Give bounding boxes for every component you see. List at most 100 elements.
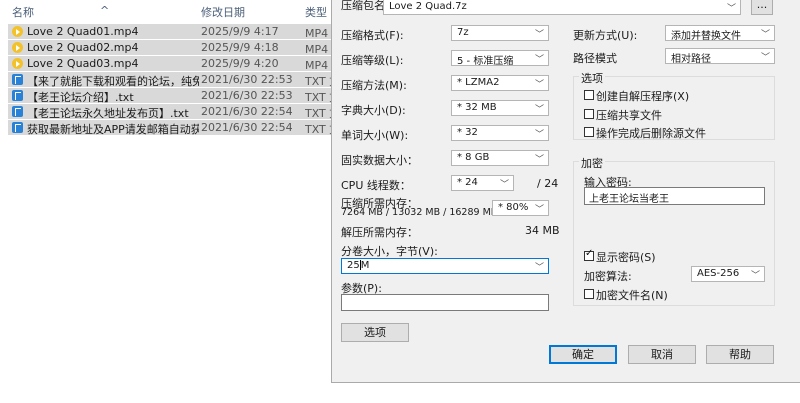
chevron-down-icon: ﹀: [534, 130, 544, 140]
encrypt-names-label[interactable]: 加密文件名(N): [596, 287, 668, 303]
file-row[interactable]: 【来了就能下载和观看的论坛，纯免费！... 2021/6/30 22:53 TX…: [8, 72, 340, 88]
file-name: 【老王论坛永久地址发布页】.txt: [27, 107, 189, 120]
options-group-title: 选项: [579, 70, 605, 86]
cancel-button[interactable]: 取消: [628, 345, 696, 364]
update-mode-label: 更新方式(U):: [573, 29, 638, 42]
text-file-icon: [12, 74, 23, 85]
file-name: Love 2 Quad01.mp4: [27, 25, 139, 38]
show-password-checkbox[interactable]: [584, 248, 594, 261]
video-file-icon: [12, 26, 23, 37]
file-date: 2021/6/30 22:53: [201, 73, 293, 86]
file-name: Love 2 Quad03.mp4: [27, 57, 139, 70]
file-row[interactable]: 获取最新地址及APP请发邮箱自动获取.txt 2021/6/30 22:54 T…: [8, 120, 340, 136]
shared-files-label[interactable]: 压缩共享文件: [596, 107, 662, 123]
cpu-threads-label: CPU 线程数：: [341, 179, 411, 192]
sfx-label[interactable]: 创建自解压程序(X): [596, 88, 689, 104]
show-password-label[interactable]: 显示密码(S): [596, 249, 656, 265]
encryption-method-select[interactable]: AES-256 ﹀: [691, 266, 765, 282]
chevron-down-icon: ﹀: [534, 30, 544, 40]
chevron-down-icon: ﹀: [534, 55, 544, 65]
file-date: 2025/9/9 4:20: [201, 57, 279, 70]
path-mode-label: 路径模式: [573, 52, 617, 65]
decompress-memory-value: 34 MB: [525, 224, 560, 237]
method-select[interactable]: * LZMA2 ﹀: [451, 75, 549, 91]
file-row[interactable]: 【老王论坛永久地址发布页】.txt 2021/6/30 22:54 TXT 文: [8, 104, 340, 120]
dictionary-label: 字典大小(D):: [341, 104, 406, 117]
solid-size-value: * 8 GB: [457, 152, 490, 163]
update-mode-value: 添加并替换文件: [671, 31, 741, 42]
chevron-down-icon: ﹀: [750, 271, 760, 281]
file-row[interactable]: Love 2 Quad01.mp4 2025/9/9 4:17 MP4 文: [8, 24, 340, 40]
cpu-threads-value: * 24: [457, 177, 478, 188]
file-date: 2025/9/9 4:17: [201, 25, 279, 38]
archive-name-value: Love 2 Quad.7z: [389, 1, 467, 12]
chevron-down-icon: ﹀: [534, 205, 544, 215]
level-value: 5 - 标准压缩: [457, 56, 514, 67]
format-select[interactable]: 7z ﹀: [451, 25, 549, 41]
path-mode-select[interactable]: 相对路径 ﹀: [665, 48, 775, 65]
help-button[interactable]: 帮助: [706, 345, 774, 364]
sfx-checkbox[interactable]: [584, 90, 594, 100]
encrypt-names-checkbox[interactable]: [584, 289, 594, 299]
file-name: 【来了就能下载和观看的论坛，纯免费！...: [27, 75, 199, 88]
cpu-threads-total: / 24: [537, 177, 559, 190]
browse-button[interactable]: ...: [751, 0, 773, 15]
file-name: 【老王论坛介绍】.txt: [27, 91, 134, 104]
split-volume-value: 25M: [347, 260, 370, 271]
add-to-archive-dialog: 压缩包名 Love 2 Quad.7z ﹀ ... 压缩格式(F): 7z ﹀ …: [331, 0, 800, 383]
file-date: 2021/6/30 22:54: [201, 121, 293, 134]
word-size-label: 单词大小(W):: [341, 129, 409, 142]
update-mode-select[interactable]: 添加并替换文件 ﹀: [665, 25, 775, 42]
file-date: 2021/6/30 22:54: [201, 105, 293, 118]
word-size-select[interactable]: * 32 ﹀: [451, 125, 549, 141]
dictionary-select[interactable]: * 32 MB ﹀: [451, 100, 549, 116]
chevron-down-icon: ﹀: [534, 80, 544, 90]
format-label: 压缩格式(F):: [341, 29, 404, 42]
chevron-down-icon: ﹀: [534, 155, 544, 165]
solid-size-select[interactable]: * 8 GB ﹀: [451, 150, 549, 166]
file-date: 2025/9/9 4:18: [201, 41, 279, 54]
column-name[interactable]: 名称: [12, 4, 34, 20]
split-volume-combo[interactable]: 25M ﹀: [341, 258, 549, 274]
method-value: * LZMA2: [457, 77, 500, 88]
archive-name-label: 压缩包名: [341, 0, 385, 12]
shared-files-checkbox[interactable]: [584, 109, 594, 119]
parameters-input[interactable]: [341, 294, 549, 311]
file-row[interactable]: Love 2 Quad02.mp4 2025/9/9 4:18 MP4 文: [8, 40, 340, 56]
chevron-down-icon: ﹀: [534, 105, 544, 115]
dictionary-value: * 32 MB: [457, 102, 497, 113]
memory-usage-value: * 80%: [498, 202, 529, 213]
memory-usage-select[interactable]: * 80% ﹀: [492, 200, 549, 216]
cpu-threads-select[interactable]: * 24 ﹀: [451, 175, 514, 191]
options-button[interactable]: 选项: [341, 323, 409, 342]
chevron-down-icon[interactable]: ﹀: [727, 1, 736, 14]
column-header: 名称 ^ 修改日期 类型: [0, 0, 340, 22]
file-row[interactable]: Love 2 Quad03.mp4 2025/9/9 4:20 MP4 文: [8, 56, 340, 72]
text-file-icon: [12, 90, 23, 101]
file-explorer: 名称 ^ 修改日期 类型 Love 2 Quad01.mp4 2025/9/9 …: [0, 0, 340, 403]
level-label: 压缩等级(L):: [341, 54, 404, 67]
column-type[interactable]: 类型: [305, 4, 327, 20]
encryption-method-value: AES-256: [697, 268, 740, 279]
delete-after-label[interactable]: 操作完成后删除源文件: [596, 125, 706, 141]
column-date[interactable]: 修改日期: [201, 4, 245, 20]
file-name: 获取最新地址及APP请发邮箱自动获取.txt: [27, 123, 199, 136]
chevron-down-icon: ﹀: [760, 53, 770, 63]
split-volume-label: 分卷大小，字节(V):: [341, 245, 438, 258]
text-file-icon: [12, 106, 23, 117]
password-value: 上老王论坛当老王: [589, 194, 669, 205]
file-row[interactable]: 【老王论坛介绍】.txt 2021/6/30 22:53 TXT 文: [8, 88, 340, 104]
word-size-value: * 32: [457, 127, 478, 138]
path-mode-value: 相对路径: [671, 54, 711, 65]
method-label: 压缩方法(M):: [341, 79, 407, 92]
video-file-icon: [12, 58, 23, 69]
file-date: 2021/6/30 22:53: [201, 89, 293, 102]
archive-name-combo[interactable]: Love 2 Quad.7z ﹀: [383, 0, 741, 15]
chevron-down-icon[interactable]: ﹀: [535, 260, 544, 273]
delete-after-checkbox[interactable]: [584, 127, 594, 137]
ok-button[interactable]: 确定: [549, 345, 617, 364]
text-file-icon: [12, 122, 23, 133]
level-select[interactable]: 5 - 标准压缩 ﹀: [451, 50, 549, 67]
password-input[interactable]: 上老王论坛当老王: [584, 187, 765, 205]
video-file-icon: [12, 42, 23, 53]
